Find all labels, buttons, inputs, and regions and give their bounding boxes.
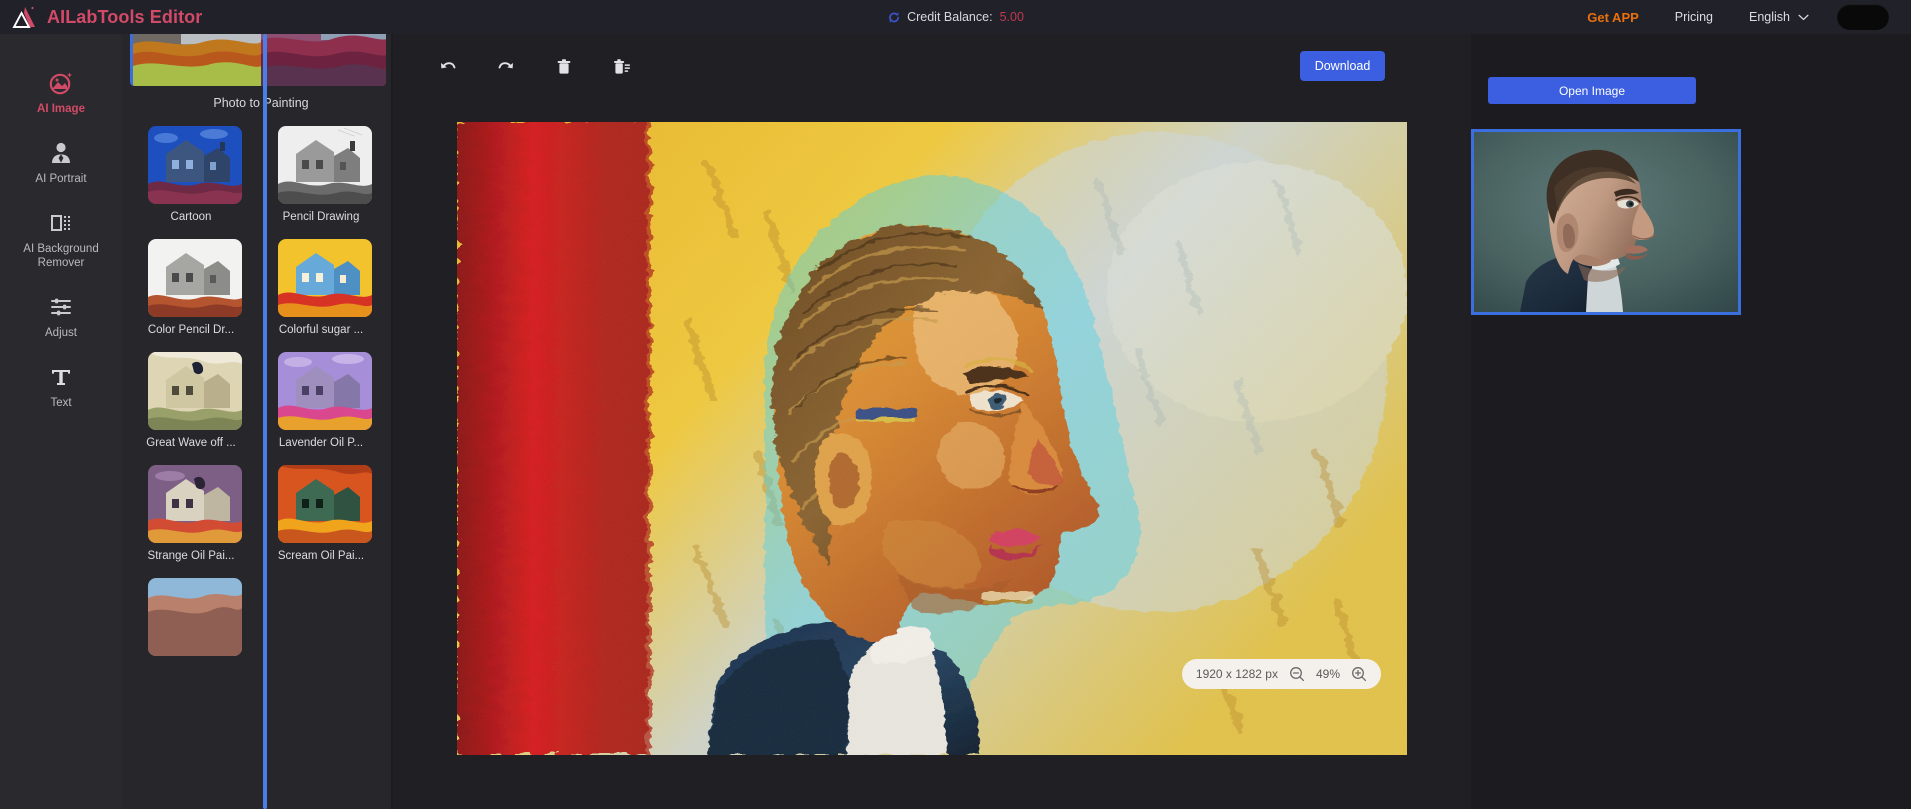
background-remover-icon <box>51 215 70 231</box>
style-thumbnail <box>148 352 242 430</box>
style-tile-strange-oil-painting[interactable]: Strange Oil Pai... <box>136 465 254 562</box>
source-portrait-image <box>1474 132 1738 312</box>
chevron-down-icon <box>1798 14 1809 20</box>
style-thumbnail <box>148 126 242 204</box>
language-selector[interactable]: English <box>1731 10 1819 24</box>
style-tile-partial[interactable] <box>136 578 254 663</box>
trash-icon <box>557 59 571 74</box>
style-thumbnail <box>278 352 372 430</box>
style-thumbnail <box>148 465 242 543</box>
artwork-canvas[interactable]: 1920 x 1282 px 49% <box>457 122 1407 755</box>
hero-label: Photo to Painting <box>213 96 309 110</box>
style-tile-label: Scream Oil Pai... <box>277 550 365 562</box>
text-icon <box>52 370 70 385</box>
zoom-control-bar: 1920 x 1282 px 49% <box>1181 659 1381 689</box>
credit-balance-label: Credit Balance: <box>907 10 993 24</box>
language-label: English <box>1749 10 1790 24</box>
ai-portrait-icon <box>52 142 70 163</box>
hero-after-image <box>261 34 386 86</box>
style-presets-scroll-content: Photo to Painting Cartoon Pencil Drawing… <box>130 34 391 663</box>
trash-list-icon <box>614 59 630 74</box>
source-image-preview[interactable] <box>1471 129 1741 315</box>
sidebar-item-ai-image[interactable]: AI Image <box>0 60 122 130</box>
style-thumbnail <box>278 126 372 204</box>
style-thumbnail <box>278 578 372 656</box>
style-thumbnail <box>148 578 242 656</box>
canvas-toolbar <box>433 52 637 82</box>
right-source-panel: Open Image <box>1471 34 1911 809</box>
zoom-in-icon[interactable] <box>1351 666 1367 682</box>
style-tile-colorful-sugar[interactable]: Colorful sugar ... <box>266 239 384 336</box>
brand-title: AILabTools Editor <box>47 6 203 27</box>
sidebar-item-ai-portrait[interactable]: AI Portrait <box>0 130 122 200</box>
style-tile-great-wave[interactable]: Great Wave off ... <box>136 352 254 449</box>
ai-image-icon <box>49 72 72 95</box>
sidebar-item-label: Adjust <box>45 327 77 339</box>
sidebar-item-label: AI Background Remover <box>23 243 99 269</box>
download-button[interactable]: Download <box>1300 51 1385 81</box>
credit-balance-value: 5.00 <box>999 10 1024 24</box>
zoom-level-label: 49% <box>1315 667 1340 681</box>
style-tile-label: Cartoon <box>170 211 212 223</box>
undo-button[interactable] <box>433 52 463 82</box>
get-app-link[interactable]: Get APP <box>1569 10 1657 25</box>
style-tile-label: Great Wave off ... <box>146 437 236 449</box>
credit-balance: Credit Balance: 5.00 <box>887 10 1024 24</box>
zoom-out-icon[interactable] <box>1289 666 1305 682</box>
sliders-icon <box>51 298 71 316</box>
clear-all-button[interactable] <box>607 52 637 82</box>
sidebar-item-label: AI Portrait <box>35 173 87 185</box>
redo-button[interactable] <box>491 52 521 82</box>
style-tile-label: Color Pencil Dr... <box>147 324 235 336</box>
style-panel-scrollbar[interactable] <box>263 34 267 809</box>
style-tile-scream-oil-painting[interactable]: Scream Oil Pai... <box>266 465 384 562</box>
style-thumbnail <box>148 239 242 317</box>
sidebar-item-ai-background-remover[interactable]: AI Background Remover <box>0 200 122 284</box>
style-tile-cartoon[interactable]: Cartoon <box>136 126 254 223</box>
sidebar-item-label: AI Image <box>37 103 85 115</box>
photo-to-painting-hero[interactable] <box>130 34 386 86</box>
redo-icon <box>498 62 513 69</box>
style-tile-partial[interactable] <box>266 578 384 663</box>
sidebar-item-text[interactable]: Text <box>0 354 122 424</box>
image-dimensions-label: 1920 x 1282 px <box>1195 667 1278 681</box>
hero-before-image <box>133 34 261 86</box>
canvas-stage: 1920 x 1282 px 49% <box>393 122 1471 762</box>
style-tile-color-pencil-drawing[interactable]: Color Pencil Dr... <box>136 239 254 336</box>
style-thumbnail <box>278 239 372 317</box>
style-thumbnail <box>278 465 372 543</box>
avatar[interactable] <box>1837 4 1889 30</box>
style-tile-label: Colorful sugar ... <box>278 324 364 336</box>
sidebar-item-adjust[interactable]: Adjust <box>0 284 122 354</box>
brand-logo-group[interactable]: AILabTools Editor <box>12 5 202 29</box>
style-presets-panel: Photo to Painting Cartoon Pencil Drawing… <box>122 34 392 809</box>
pricing-link[interactable]: Pricing <box>1657 10 1731 24</box>
ailab-logo-icon <box>12 6 35 28</box>
delete-button[interactable] <box>549 52 579 82</box>
open-image-button[interactable]: Open Image <box>1488 77 1696 104</box>
style-tile-label: Strange Oil Pai... <box>147 550 235 562</box>
undo-icon <box>441 62 456 69</box>
refresh-icon[interactable] <box>887 11 900 24</box>
header-actions: Get APP Pricing English <box>1569 0 1911 34</box>
style-tile-pencil-drawing[interactable]: Pencil Drawing <box>266 126 384 223</box>
style-tile-label: Lavender Oil P... <box>278 437 364 449</box>
sidebar-item-label: Text <box>50 397 72 409</box>
left-sidebar-nav: AI Image AI Portrait AI Background Remov… <box>0 34 122 809</box>
style-tile-lavender-oil-painting[interactable]: Lavender Oil P... <box>266 352 384 449</box>
style-tile-label: Pencil Drawing <box>282 211 360 223</box>
top-header-bar: AILabTools Editor Credit Balance: 5.00 G… <box>0 0 1911 34</box>
canvas-workspace: Download 1920 x 1282 px 49% <box>393 34 1471 809</box>
style-presets-grid: Cartoon Pencil Drawing Color Pencil Dr..… <box>130 124 391 663</box>
